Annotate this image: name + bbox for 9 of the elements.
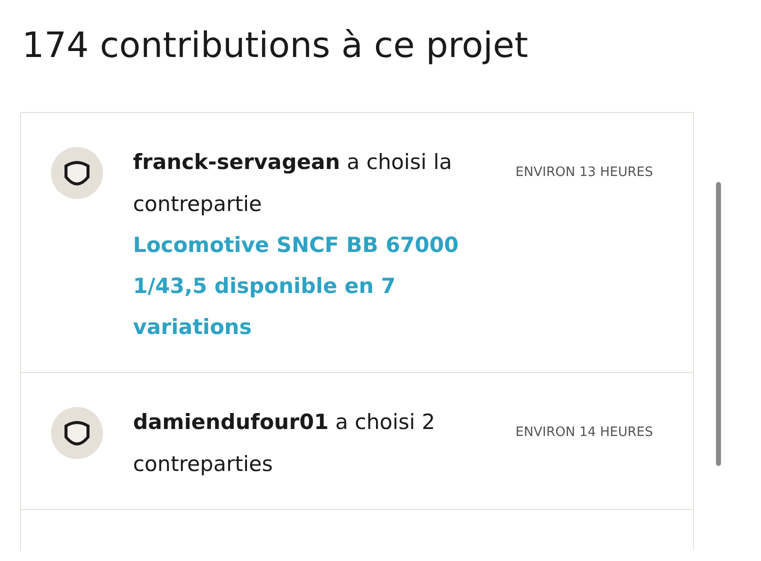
reward-link[interactable]: Locomotive SNCF BB 67000 1/43,5 disponible en 7 variations <box>133 225 478 348</box>
contribution-text: damiendufour01 a choisi 2 contreparties <box>133 409 436 478</box>
avatar-icon[interactable] <box>51 147 103 199</box>
time-label: ENVIRON 13 HEURES <box>516 164 653 182</box>
avatar-icon[interactable] <box>51 407 103 459</box>
contribution-text: franck-servagean a choisi la contrepartie <box>133 149 454 218</box>
page-heading: 174 contributions à ce projet <box>22 25 528 68</box>
scrollbar[interactable] <box>716 182 721 466</box>
time-label: ENVIRON 14 HEURES <box>516 424 653 442</box>
